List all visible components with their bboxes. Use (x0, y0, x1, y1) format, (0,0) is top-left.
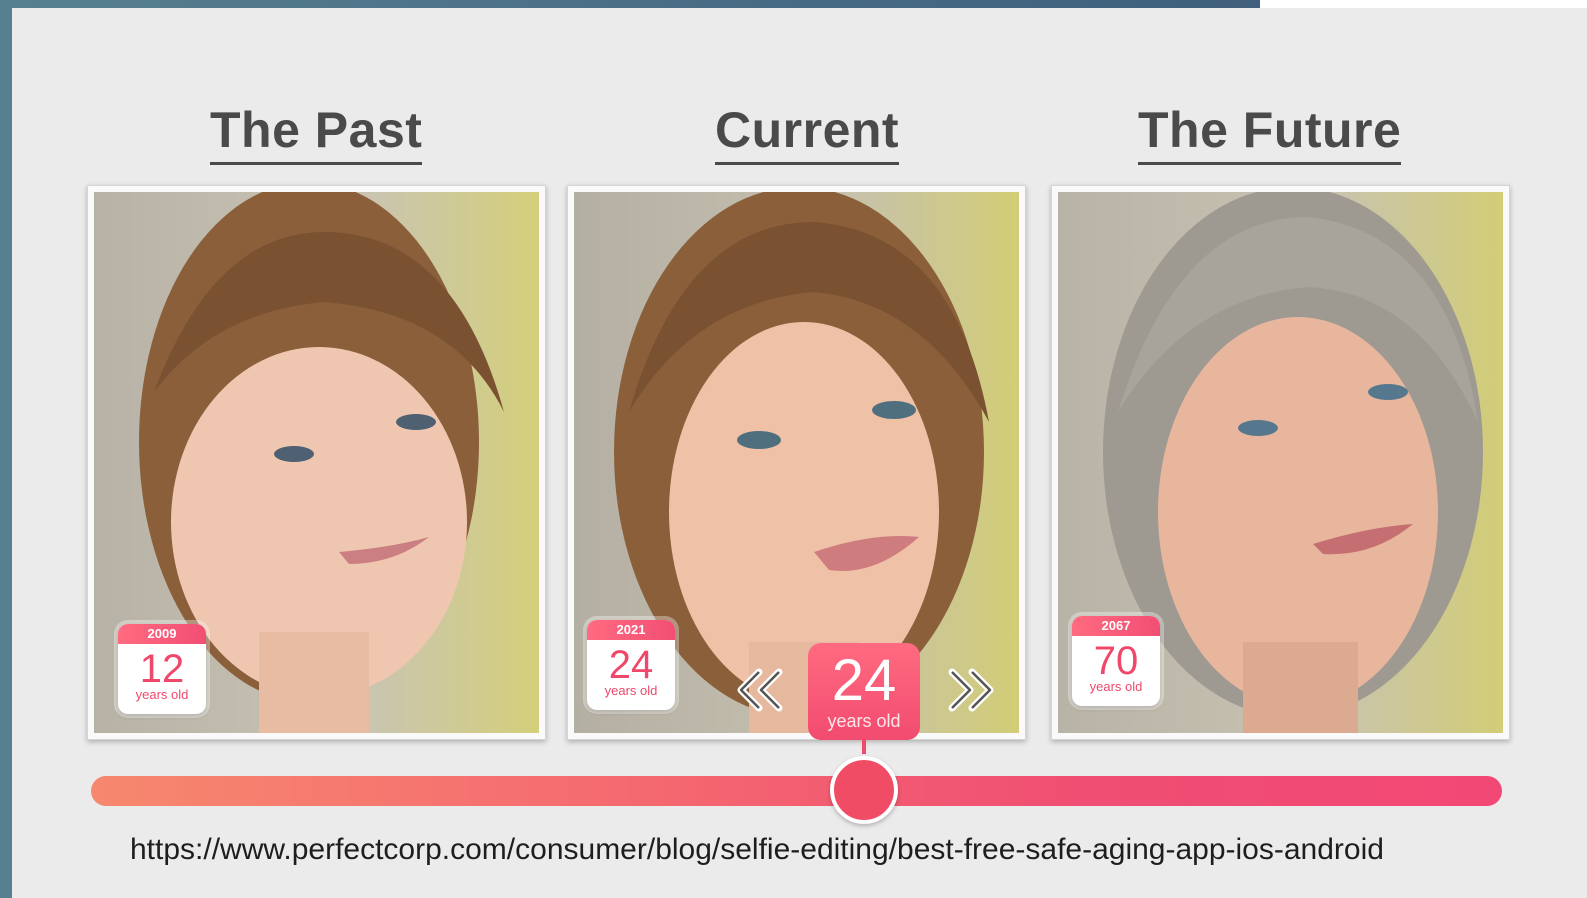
age-slider-track[interactable] (91, 776, 1502, 806)
future-year: 2067 (1072, 616, 1160, 636)
past-age-label: years old (135, 687, 189, 702)
future-age-label: years old (1089, 679, 1143, 694)
slider-value-bubble: 24 years old (808, 643, 920, 740)
current-age-badge: 2021 24 years old (587, 620, 675, 710)
current-year: 2021 (587, 620, 675, 640)
current-photo-card: 2021 24 years old (567, 185, 1026, 740)
heading-current: Current (715, 102, 900, 165)
current-age: 24 (608, 643, 654, 687)
slider-value: 24 (831, 648, 897, 713)
past-year: 2009 (118, 624, 206, 644)
heading-future: The Future (1138, 102, 1402, 165)
future-age-badge: 2067 70 years old (1072, 616, 1160, 706)
past-age: 12 (139, 647, 185, 691)
future-photo-card: 2067 70 years old (1051, 185, 1510, 740)
double-chevron-right-icon[interactable] (944, 668, 996, 712)
double-chevron-left-icon[interactable] (735, 668, 787, 712)
future-age: 70 (1093, 639, 1139, 683)
past-photo-card: 2009 12 years old (87, 185, 546, 740)
current-age-label: years old (604, 683, 658, 698)
past-age-badge: 2009 12 years old (118, 624, 206, 714)
heading-past: The Past (210, 102, 423, 165)
slider-unit-label: years old (827, 711, 901, 731)
age-slider-thumb[interactable] (830, 756, 898, 824)
top-strip (1260, 0, 1587, 8)
bubble-pointer (862, 740, 866, 754)
source-url: https://www.perfectcorp.com/consumer/blo… (130, 833, 1384, 866)
